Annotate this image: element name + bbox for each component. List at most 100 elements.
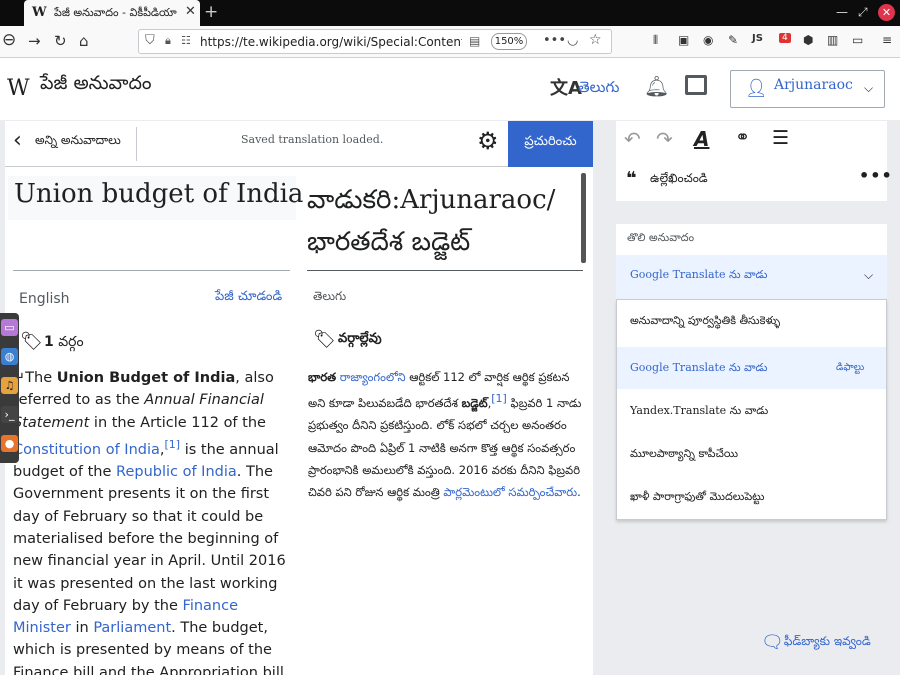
tab-bar: W పేజీ అనువాదం - వికీపీడియా ✕ + — ⤢ ✕ [0, 0, 900, 26]
menu-item-label: Google Translate ను వాడు [630, 361, 768, 374]
translation-editor: ‹ అన్ని అనువాదాలు Saved translation load… [5, 121, 593, 675]
all-translations-link[interactable]: అన్ని అనువాదాలు [35, 133, 121, 150]
minimize-icon[interactable]: — [836, 5, 848, 19]
page-title: పేజీ అనువాదం [40, 72, 152, 94]
text: The [25, 370, 57, 386]
link-constitution[interactable]: రాజ్యాంగంలోని [340, 370, 406, 384]
target-title[interactable]: వాడుకరి:Arjunaraoc/భారతదేశ బడ్జెట్ [307, 179, 582, 263]
menu-item-restore[interactable]: అనువాదాన్ని పూర్వస్థితికి తీసుకెళ్ళు [617, 300, 886, 342]
reference[interactable]: [1] [491, 392, 507, 405]
pocket-icon[interactable]: ◡ [567, 33, 578, 48]
bookmark-star-icon[interactable]: ☆ [589, 32, 602, 48]
menu-item-label: Yandex.Translate ను వాడు [630, 404, 769, 417]
js-toggle[interactable]: JS [752, 33, 763, 44]
reference[interactable]: [1] [165, 438, 181, 451]
nav-bar: ⊖ → ↻ ⌂ ⛉ 🔒︎ ☷ https://te.wikipedia.org/… [0, 26, 900, 58]
default-badge: డిఫాల్టు [836, 362, 865, 373]
feedback-link[interactable]: 🗨︎ఫీడ్‌బ్యాకు ఇవ్వండి [761, 632, 871, 653]
inbox-icon[interactable] [685, 75, 707, 95]
language-selector[interactable]: తెలుగు [578, 78, 619, 100]
more-options-icon[interactable]: ••• [859, 166, 893, 185]
new-tab-button[interactable]: + [204, 2, 218, 22]
target-paragraph[interactable]: భారత రాజ్యాంగంలోని ఆర్టికల్ 112 లో వార్ష… [308, 366, 588, 504]
chat-bubble-icon: 🗨︎ [761, 632, 784, 653]
zoom-level[interactable]: 150% [491, 33, 527, 50]
source-categories[interactable]: 1 వర్గం [44, 334, 84, 353]
text-style-icon[interactable]: A [694, 127, 709, 151]
reader-view-icon[interactable]: ▤ [469, 34, 480, 48]
browser-icon[interactable]: ◍ [1, 348, 18, 365]
home-icon[interactable]: ⌂ [79, 32, 89, 50]
link-constitution[interactable]: Constitution of India [13, 442, 160, 458]
account-icon[interactable]: ◉ [703, 33, 713, 47]
window-close-icon[interactable]: ✕ [878, 4, 895, 21]
url-text[interactable]: https://te.wikipedia.org/wiki/Special:Co… [200, 35, 462, 49]
settings-gear-icon[interactable]: ⚙ [477, 127, 499, 155]
link-parliament[interactable]: పార్లమెంటులో సమర్పించేవారు [443, 485, 577, 499]
save-status: Saved translation loaded. [241, 133, 384, 146]
extension-icon-2[interactable]: ▥ [827, 33, 838, 47]
files-icon[interactable]: ▭ [1, 319, 18, 336]
category-label: వర్గం [58, 334, 84, 350]
source-language: English [19, 291, 70, 307]
music-icon[interactable]: ♫ [1, 377, 18, 394]
back-arrow-icon[interactable]: ‹ [13, 128, 22, 153]
firefox-icon[interactable]: ● [1, 435, 18, 452]
text: in the Article 112 of the [89, 414, 266, 431]
editor-toolbar: ‹ అన్ని అనువాదాలు Saved translation load… [5, 121, 593, 167]
shield-icon[interactable]: ⛉ [145, 33, 155, 48]
undo-icon[interactable]: ↶ [624, 127, 641, 151]
extension-icon-3[interactable]: ▭ [852, 33, 863, 47]
maximize-icon[interactable]: ⤢ [858, 5, 868, 20]
menu-item-google[interactable]: Google Translate ను వాడు డిఫాల్టు [617, 347, 886, 389]
reload-icon[interactable]: ↻ [54, 32, 67, 50]
extension-badge[interactable]: 4 [779, 33, 791, 43]
menu-item-blank[interactable]: ఖాళీ పారాగ్రాఫుతో మొదలుపెట్టు [617, 476, 886, 518]
chevron-down-icon: ⌵ [864, 81, 874, 95]
text: in [70, 620, 94, 637]
title-scrollbar[interactable] [581, 173, 586, 263]
user-icon: 👤︎ [745, 78, 768, 99]
eyedropper-icon[interactable]: ✎ [728, 33, 738, 47]
publish-button[interactable]: ప్రచురించు [508, 121, 593, 167]
link-parliament[interactable]: Parliament [93, 620, 171, 636]
library-icon[interactable]: ⫴ [653, 33, 658, 48]
terminal-icon[interactable]: ›_ [1, 406, 18, 423]
menu-item-label: మూలపాఠ్యాన్ని కాపీచేయి [630, 447, 738, 460]
wikipedia-logo-icon[interactable]: W [7, 76, 30, 101]
target-categories[interactable]: వర్గాల్లేవు [338, 331, 382, 349]
redo-icon[interactable]: ↷ [656, 127, 673, 151]
text: . [577, 485, 581, 500]
menu-icon[interactable]: ≡ [882, 33, 892, 47]
lock-icon[interactable]: 🔒︎ [165, 34, 171, 48]
back-icon[interactable]: ⊖ [2, 30, 16, 50]
page-actions-icon[interactable]: ••• [543, 33, 566, 48]
extension-icon[interactable]: ⬢ [803, 33, 813, 47]
feedback-label: ఫీడ్‌బ్యాకు ఇవ్వండి [783, 634, 871, 648]
menu-item-copy-source[interactable]: మూలపాఠ్యాన్ని కాపీచేయి [617, 433, 886, 475]
tab-close-icon[interactable]: ✕ [185, 4, 196, 19]
view-page-link[interactable]: పేజీ చూడండి [215, 289, 282, 307]
source-paragraph[interactable]: ↵The Union Budget of India, also referre… [13, 367, 295, 675]
link-republic[interactable]: Republic of India [116, 464, 237, 480]
sidebar-icon[interactable]: ▣ [678, 33, 689, 47]
quote-icon[interactable]: ❝ [626, 168, 637, 189]
menu-item-yandex[interactable]: Yandex.Translate ను వాడు [617, 390, 886, 432]
list-icon[interactable]: ☰ [772, 127, 789, 149]
notifications-bell-icon[interactable]: 🔔︎ [644, 74, 669, 98]
forward-icon[interactable]: → [28, 32, 41, 50]
permissions-icon[interactable]: ☷ [181, 34, 191, 47]
cite-label[interactable]: ఉల్లేఖించండి [650, 171, 708, 188]
formatting-toolbar: ↶ ↷ A ⚭ ☰ ❝ ఉల్లేఖించండి ••• [616, 121, 892, 201]
user-menu[interactable]: 👤︎ Arjunaraoc ⌵ [730, 70, 885, 108]
wiki-header: W పేజీ అనువాదం 文A తెలుగు 🔔︎ 👤︎ Arjunarao… [0, 58, 900, 120]
bold-text: Union Budget of India [56, 370, 236, 386]
browser-tab[interactable]: W పేజీ అనువాదం - వికీపీడియా ✕ [24, 0, 200, 26]
mt-provider-select[interactable]: Google Translate ను వాడు ⌵ [616, 255, 887, 299]
link-icon[interactable]: ⚭ [735, 127, 750, 148]
url-bar[interactable]: ⛉ 🔒︎ ☷ https://te.wikipedia.org/wiki/Spe… [138, 29, 612, 54]
source-divider [13, 270, 290, 271]
tag-icon: 🏷︎ [313, 329, 336, 350]
target-language: తెలుగు [313, 289, 347, 303]
mt-heading: తొలి అనువాదం [627, 231, 695, 244]
